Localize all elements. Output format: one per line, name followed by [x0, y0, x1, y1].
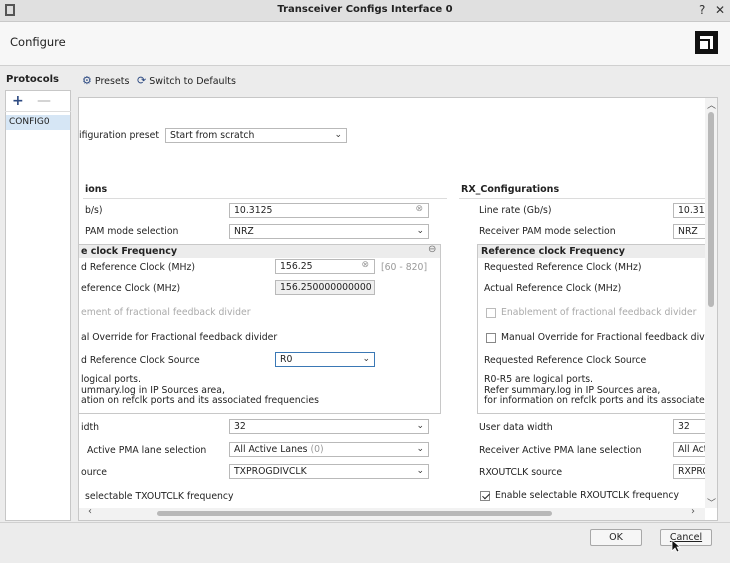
- chevron-down-icon: ⌄: [416, 421, 424, 431]
- chevron-down-icon: ⌄: [416, 444, 424, 454]
- tx-pam-select[interactable]: NRZ ⌄: [229, 224, 429, 239]
- rx-pam-label: Receiver PAM mode selection: [479, 226, 616, 237]
- tx-fractional-label: ement of fractional feedback divider: [81, 307, 251, 318]
- rx-note-1: R0-R5 are logical ports.: [484, 374, 594, 385]
- vertical-scroll-thumb[interactable]: [708, 112, 714, 307]
- tx-source-select[interactable]: TXPROGDIVCLK ⌄: [229, 464, 429, 479]
- tx-note-1: logical ports.: [81, 374, 141, 385]
- tx-line-rate-input[interactable]: 10.3125 ⊗: [229, 203, 429, 218]
- preset-select[interactable]: Start from scratch ⌄: [165, 128, 347, 143]
- tx-actual-clock-field: 156.250000000000: [275, 280, 375, 295]
- tx-source-label: ource: [81, 467, 108, 478]
- rx-source-label: RXOUTCLK source: [479, 467, 563, 478]
- presets-button[interactable]: ⚙ Presets: [82, 74, 129, 87]
- rx-selectable-label: Enable selectable RXOUTCLK frequency: [495, 490, 679, 501]
- scroll-down-icon[interactable]: ﹀: [707, 496, 716, 509]
- tx-pam-value: NRZ: [234, 226, 254, 237]
- scroll-right-icon[interactable]: ›: [691, 506, 695, 517]
- rx-override-label: Manual Override for Fractional feedback …: [501, 332, 718, 343]
- checkbox-icon[interactable]: [486, 332, 496, 343]
- tx-lane-label: Active PMA lane selection: [87, 445, 207, 456]
- gear-icon: ⚙: [82, 74, 92, 87]
- clear-icon[interactable]: ⊗: [415, 204, 423, 214]
- tx-source-value: TXPROGDIVCLK: [234, 466, 307, 477]
- tx-lane-count: (0): [310, 444, 324, 455]
- footer-divider: [0, 522, 730, 523]
- scroll-up-icon[interactable]: ︿: [707, 98, 716, 111]
- rx-lane-label: Receiver Active PMA lane selection: [479, 445, 642, 456]
- window-title: Transceiver Configs Interface 0: [277, 4, 453, 15]
- tx-ref-clock-title: e clock Frequency: [79, 245, 440, 258]
- mouse-cursor-icon: [671, 539, 682, 556]
- chevron-down-icon: ⌄: [362, 354, 370, 364]
- protocols-panel: [5, 90, 71, 521]
- defaults-label: Switch to Defaults: [149, 76, 236, 87]
- ok-button[interactable]: OK: [590, 529, 642, 546]
- tx-note-3: ation on refclk ports and its associated…: [81, 395, 319, 406]
- refresh-icon: ⟳: [137, 74, 147, 87]
- rx-requested-clock-label: Requested Reference Clock (MHz): [484, 262, 642, 273]
- checkbox-icon: [486, 307, 496, 318]
- tx-width-select[interactable]: 32 ⌄: [229, 419, 429, 434]
- tx-lane-value: All Active Lanes: [234, 444, 308, 455]
- amd-logo-icon: [695, 31, 718, 54]
- tx-override-label: al Override for Fractional feedback divi…: [81, 332, 278, 343]
- tx-section-title: ions: [85, 184, 108, 195]
- tx-selectable-label: selectable TXOUTCLK frequency: [85, 491, 234, 502]
- rx-ref-clock-title-text: Reference clock Frequency: [481, 246, 625, 257]
- rx-ref-source-label: Requested Reference Clock Source: [484, 355, 647, 366]
- preset-value: Start from scratch: [170, 130, 255, 141]
- page-title: Configure: [10, 35, 66, 49]
- tx-line-rate-label: b/s): [85, 205, 103, 216]
- rx-section-title: RX_Configurations: [461, 184, 560, 195]
- add-protocol-icon[interactable]: +: [12, 93, 24, 109]
- rx-divider: [459, 198, 709, 199]
- help-icon[interactable]: ?: [699, 3, 705, 17]
- protocols-title: Protocols: [6, 74, 59, 85]
- tx-ref-source-select[interactable]: R0 ⌄: [275, 352, 375, 367]
- dialog-header: [0, 22, 730, 66]
- tx-divider: [83, 198, 447, 199]
- remove-protocol-icon[interactable]: —: [37, 93, 51, 109]
- tx-requested-clock-label: d Reference Clock (MHz): [81, 262, 195, 273]
- cancel-button[interactable]: Cancel: [660, 529, 712, 546]
- rx-line-rate-label: Line rate (Gb/s): [479, 205, 552, 216]
- chevron-down-icon: ⌄: [416, 466, 424, 476]
- tx-clock-range: [60 - 820]: [381, 262, 428, 273]
- horizontal-scroll-thumb[interactable]: [157, 511, 552, 516]
- tx-width-value: 32: [234, 421, 246, 432]
- chevron-down-icon: ⌄: [334, 130, 342, 140]
- rx-ref-clock-title: Reference clock Frequency: [478, 245, 717, 258]
- rx-fractional-label: Enablement of fractional feedback divide…: [501, 307, 697, 318]
- protocol-item-config0[interactable]: CONFIG0: [6, 115, 70, 130]
- checkbox-checked-icon[interactable]: [480, 490, 490, 501]
- rx-note-3: for information on refclk ports and its …: [484, 395, 718, 406]
- collapse-icon[interactable]: ⊖: [428, 244, 436, 255]
- configuration-panel: ifiguration preset Start from scratch ⌄ i…: [78, 97, 718, 521]
- close-icon[interactable]: ✕: [715, 3, 725, 17]
- tx-requested-clock-input[interactable]: 156.25 ⊗: [275, 259, 375, 274]
- switch-to-defaults-button[interactable]: ⟳ Switch to Defaults: [137, 74, 236, 87]
- tx-ref-clock-title-text: e clock Frequency: [81, 246, 178, 257]
- tx-actual-clock-label: eference Clock (MHz): [81, 283, 181, 294]
- rx-override-checkbox[interactable]: Manual Override for Fractional feedback …: [486, 332, 718, 343]
- tx-lane-select[interactable]: All Active Lanes (0) ⌄: [229, 442, 429, 457]
- rx-selectable-checkbox[interactable]: Enable selectable RXOUTCLK frequency: [480, 490, 679, 501]
- scroll-left-icon[interactable]: ‹: [88, 506, 92, 517]
- preset-label: ifiguration preset: [79, 130, 159, 141]
- presets-label: Presets: [94, 76, 130, 87]
- tx-ref-source-value: R0: [280, 354, 293, 365]
- tx-pam-label: PAM mode selection: [85, 226, 179, 237]
- rx-fractional-checkbox: Enablement of fractional feedback divide…: [486, 307, 696, 318]
- tx-requested-clock-value: 156.25: [280, 261, 313, 272]
- tx-line-rate-value: 10.3125: [234, 205, 273, 216]
- rx-actual-clock-label: Actual Reference Clock (MHz): [484, 283, 622, 294]
- tx-ref-source-label: d Reference Clock Source: [81, 355, 200, 366]
- chevron-down-icon: ⌄: [416, 226, 424, 236]
- tx-width-label: idth: [81, 422, 100, 433]
- rx-width-label: User data width: [479, 422, 553, 433]
- clear-icon[interactable]: ⊗: [361, 260, 369, 270]
